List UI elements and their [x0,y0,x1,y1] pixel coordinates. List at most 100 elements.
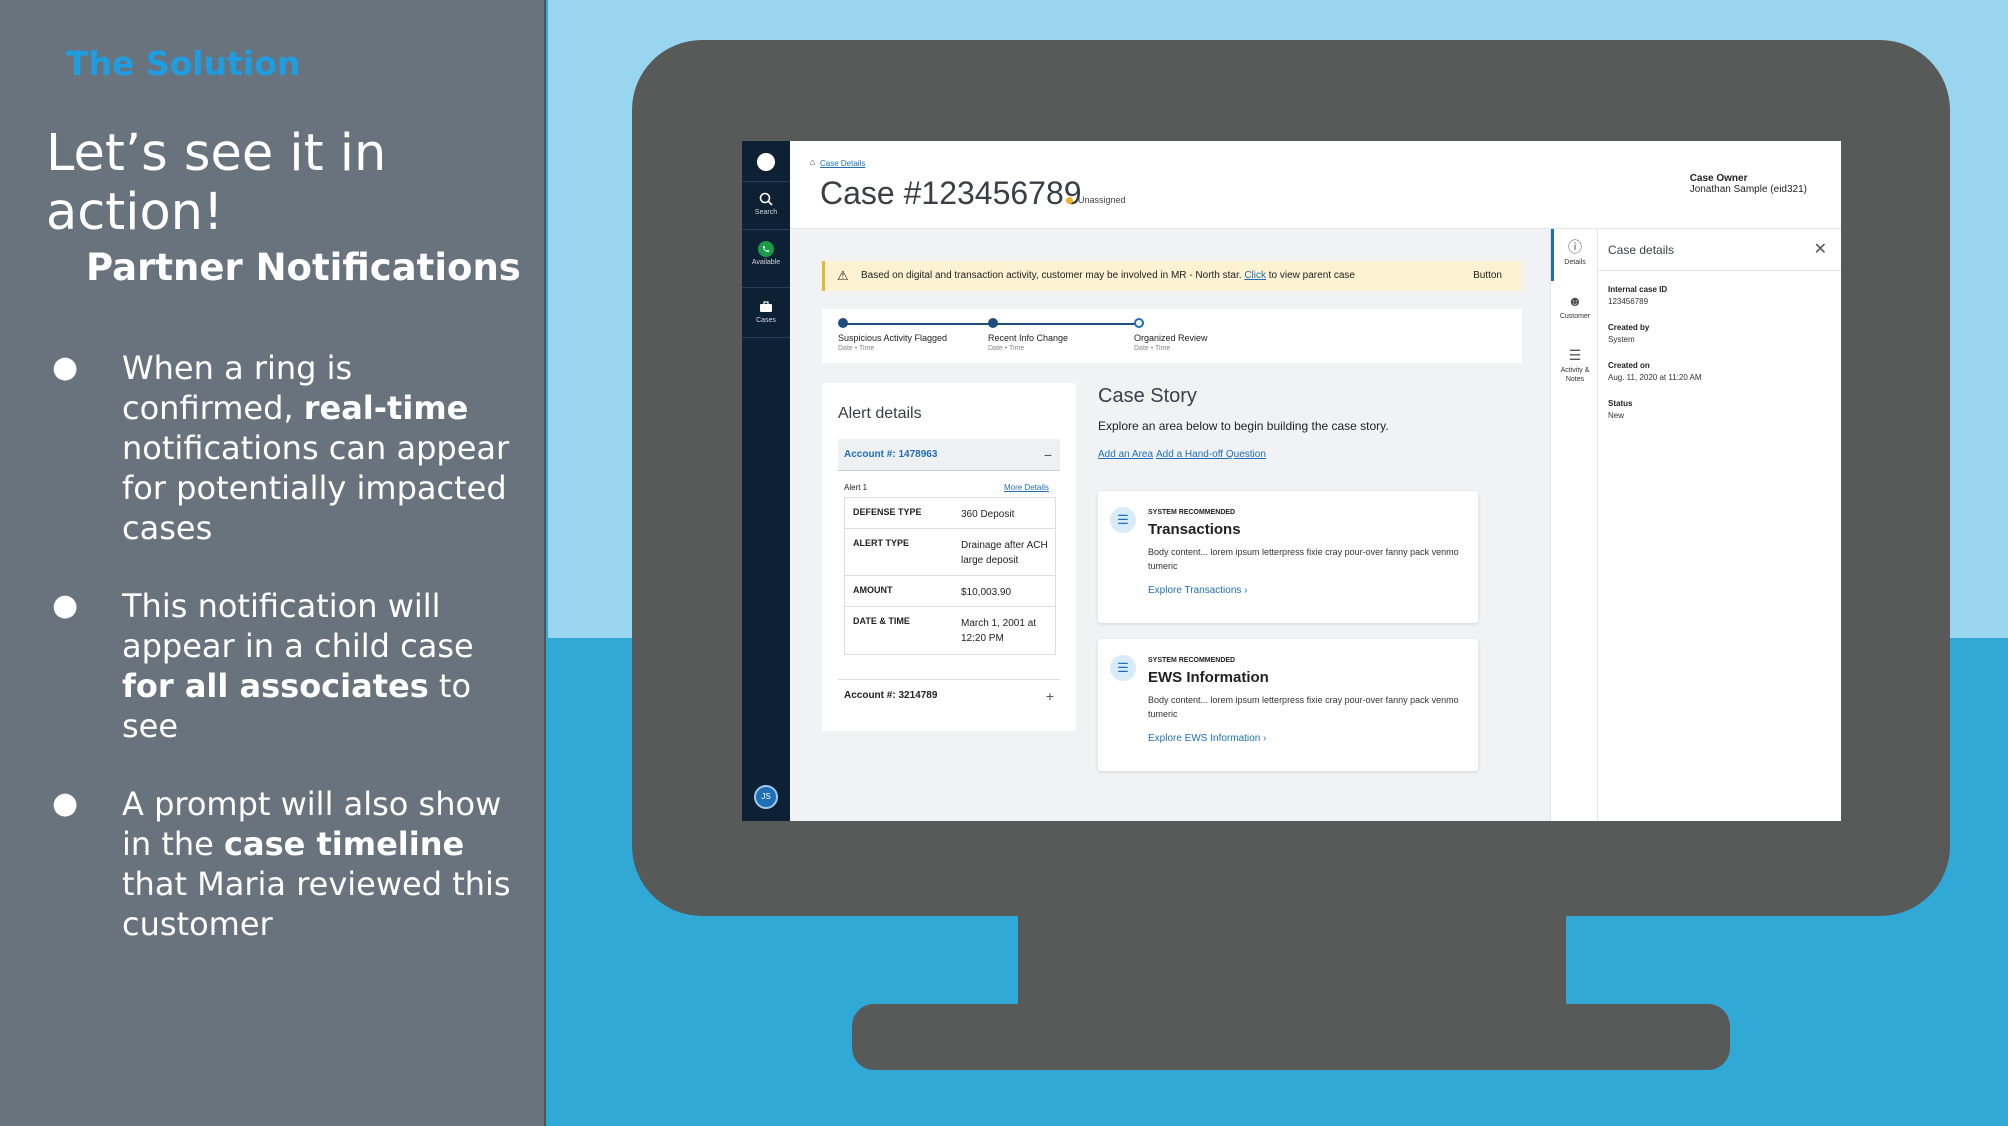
timeline-node[interactable] [1134,318,1144,328]
card-body: Body content... lorem ipsum letterpress … [1148,695,1459,719]
explore-transactions-link[interactable]: Explore Transactions › [1148,585,1248,596]
owner-name: Jonathan Sample (eid321) [1689,184,1807,195]
case-timeline: Suspicious Activity Flagged Date • Time … [822,309,1522,363]
account-number: Account #: 1478963 [844,449,938,460]
page-title: Case #123456789 [820,175,1082,211]
bullet-glyph: ● [52,350,79,385]
alert-field-table: DEFENSE TYPE 360 Deposit ALERT TYPE Drai… [844,497,1056,655]
nav-divider [742,181,790,182]
info-icon: ⓘ [1568,239,1582,255]
nav-divider [742,229,790,230]
field-key: Created on [1608,361,1650,370]
add-handoff-link[interactable]: Add a Hand-off Question [1156,449,1266,460]
field-key: DATE & TIME [853,616,910,626]
field-key: ALERT TYPE [853,538,910,548]
banner-link[interactable]: Click [1244,270,1266,281]
case-story-subtitle: Explore an area below to begin building … [1098,419,1389,433]
avatar[interactable]: JS [754,785,778,809]
expand-icon[interactable]: + [1046,680,1054,712]
logo-icon [757,153,775,171]
list-icon: ☰ [1568,347,1582,363]
field-key: DEFENSE TYPE [853,507,922,517]
card-title: Transactions [1148,521,1241,538]
bullet-glyph: ● [52,786,79,821]
timeline-date: Date • Time [988,345,1025,352]
add-area-link[interactable]: Add an Area [1098,449,1153,460]
nav-search[interactable]: Search [742,191,790,216]
case-details-panel: Case details ✕ Internal case ID 12345678… [1598,229,1841,821]
timeline-node[interactable] [988,318,998,328]
left-panel: The Solution Let’s see it in action! Par… [0,0,546,1126]
field-value: System [1608,335,1635,344]
field-value: Drainage after ACH large deposit [961,540,1048,566]
main-content: ⌂ Case Details Case #123456789 Unassigne… [790,141,1841,821]
list-icon: ☰ [1110,507,1136,533]
more-details-link[interactable]: More Details [1004,483,1049,492]
field-value: New [1608,411,1625,420]
case-owner: Case Owner Jonathan Sample (eid321) [1690,173,1807,195]
status-dot-icon [1066,197,1073,205]
recommendation-card[interactable]: ☰ SYSTEM RECOMMENDED EWS Information Bod… [1098,639,1478,771]
nav-label: Cases [756,317,776,324]
timeline-label: Organized Review [1134,333,1208,343]
explore-ews-link[interactable]: Explore EWS Information › [1148,733,1266,744]
nav-cases[interactable]: Cases [742,299,790,324]
case-body: ⚠ Based on digital and transaction activ… [790,229,1550,821]
field-key: Status [1608,399,1633,408]
alert-details-card: Alert details Account #: 1478963 − Alert… [822,383,1076,731]
breadcrumb[interactable]: Case Details [820,159,865,168]
collapse-icon[interactable]: − [1044,439,1052,471]
bullet-text: When a ring is confirmed, real-time noti… [122,349,510,547]
timeline-node[interactable] [838,318,848,328]
nav-divider [742,287,790,288]
bullet-list: ● When a ring is confirmed, real-time no… [52,348,532,982]
account-accordion[interactable]: Account #: 3214789 + [838,679,1060,711]
list-icon: ☰ [1110,655,1136,681]
rail-activity[interactable]: ☰ Activity & Notes [1551,347,1599,384]
timeline-date: Date • Time [1134,345,1171,352]
card-tag: SYSTEM RECOMMENDED [1148,509,1236,516]
rail-customer[interactable]: ☻ Customer [1551,293,1599,321]
field-value: 360 Deposit [961,509,1015,520]
slide-title: Let’s see it in action! [46,124,387,242]
banner-button[interactable]: Button [1473,261,1502,291]
account-number: Account #: 3214789 [844,690,938,701]
case-story-title: Case Story [1098,385,1197,407]
alert-details-title: Alert details [838,405,922,422]
bullet-item: ● This notification will appear in a chi… [52,586,532,746]
field-key: Created by [1608,323,1650,332]
section-title: The Solution [66,44,301,83]
field-value: 123456789 [1608,297,1649,306]
nav-label: Search [754,209,778,216]
app-screen: Search Available Cases JS ⌂ Case Details… [742,141,1841,821]
banner-message: Based on digital and transaction activit… [861,270,1355,281]
bullet-glyph: ● [52,588,79,623]
timeline-label: Recent Info Change [988,333,1069,343]
bullet-text: A prompt will also show in the case time… [122,785,511,943]
timeline-label: Suspicious Activity Flagged [838,333,948,343]
bullet-item: ● A prompt will also show in the case ti… [52,784,532,944]
nav-available[interactable]: Available [742,241,790,266]
panel-header: Case details ✕ [1598,229,1841,271]
table-row: DATE & TIME March 1, 2001 at 12:20 PM [845,607,1055,654]
recommendation-card[interactable]: ☰ SYSTEM RECOMMENDED Transactions Body c… [1098,491,1478,623]
card-body: Body content... lorem ipsum letterpress … [1148,547,1459,571]
panel-title: Case details [1608,243,1675,257]
status-badge: Unassigned [1066,195,1126,205]
search-icon [759,192,773,206]
side-nav: Search Available Cases JS [742,141,790,821]
timeline-date: Date • Time [838,345,875,352]
rail-label: Activity & Notes [1560,367,1590,383]
close-icon[interactable]: ✕ [1814,239,1827,259]
briefcase-icon [760,301,772,312]
monitor-neck [1018,910,1566,1010]
bullet-item: ● When a ring is confirmed, real-time no… [52,348,532,548]
account-accordion[interactable]: Account #: 1478963 − [838,439,1060,471]
rail-details[interactable]: ⓘ Details [1551,239,1599,267]
home-icon[interactable]: ⌂ [810,157,815,167]
monitor-base [852,1004,1730,1070]
table-row: DEFENSE TYPE 360 Deposit [845,498,1055,529]
field-key: AMOUNT [853,585,893,595]
detail-rail: ⓘ Details ☻ Customer ☰ Activity & Notes [1550,229,1598,821]
owner-label: Case Owner [1689,173,1748,184]
